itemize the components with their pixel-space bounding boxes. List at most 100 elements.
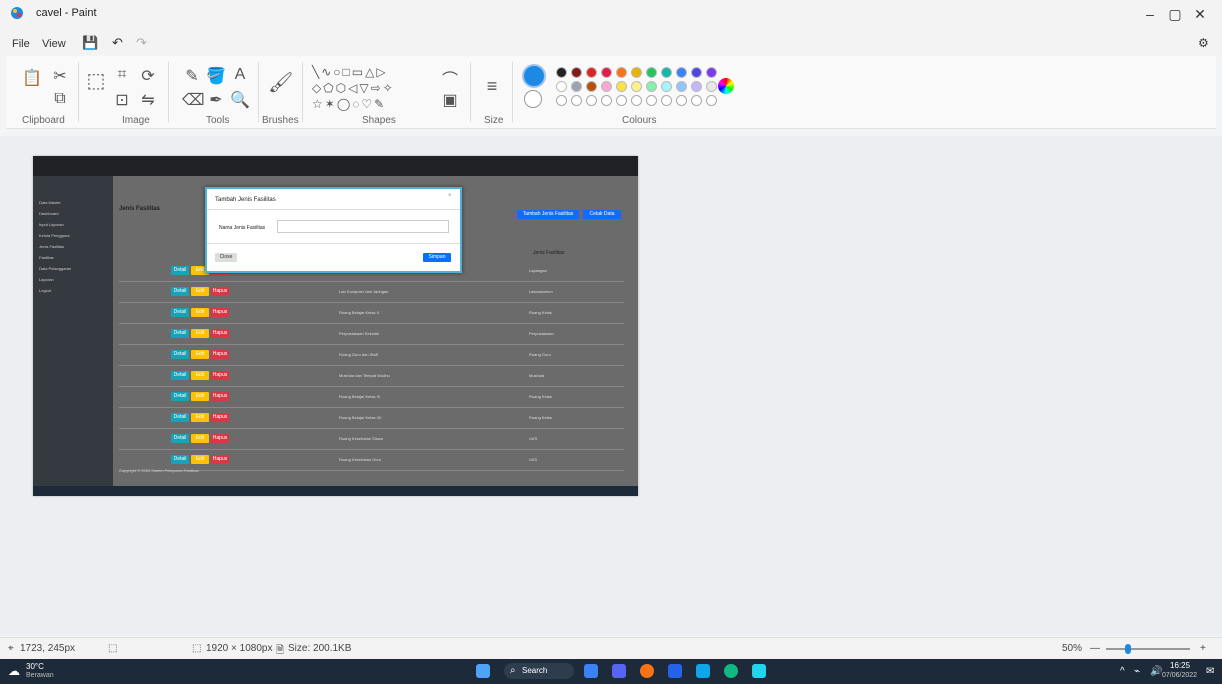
- inner-sidebar-item[interactable]: Input Laporan: [33, 222, 113, 233]
- weather-icon[interactable]: ☁: [8, 664, 20, 678]
- primary-color[interactable]: [522, 64, 546, 88]
- magnifier-icon[interactable]: 🔍: [230, 90, 250, 110]
- zoom-in-icon[interactable]: +: [1200, 643, 1206, 654]
- color-swatch[interactable]: [586, 81, 597, 92]
- color-swatch[interactable]: [676, 67, 687, 78]
- color-swatch[interactable]: [691, 67, 702, 78]
- eraser-icon[interactable]: ⌫: [182, 90, 205, 110]
- inner-row-hapus-button[interactable]: Hapus: [211, 350, 229, 359]
- shapes-gallery[interactable]: ╲∿○□▭△▷ ◇⬠⬡◁▽⇨✧ ☆✶◯◌♡✎: [312, 64, 434, 112]
- color-swatch[interactable]: [601, 95, 612, 106]
- clock-time[interactable]: 16:25: [1170, 661, 1190, 670]
- zoom-slider[interactable]: [1106, 648, 1190, 650]
- color-swatch[interactable]: [706, 81, 717, 92]
- inner-row-edit-button[interactable]: Edit: [191, 287, 209, 296]
- color-swatch[interactable]: [601, 81, 612, 92]
- copy-icon[interactable]: ⧉: [50, 90, 70, 108]
- inner-modal-close-icon[interactable]: ×: [448, 193, 452, 199]
- color-swatch[interactable]: [616, 67, 627, 78]
- pencil-icon[interactable]: ✎: [182, 66, 202, 86]
- weather-desc[interactable]: Berawan: [26, 672, 54, 679]
- text-icon[interactable]: A: [230, 66, 250, 84]
- inner-row-detail-button[interactable]: Detail: [171, 413, 189, 422]
- network-icon[interactable]: ⌁: [1134, 666, 1140, 677]
- zoom-slider-thumb[interactable]: [1125, 644, 1131, 654]
- paint-taskbar-icon[interactable]: [752, 664, 766, 678]
- inner-row-edit-button[interactable]: Edit: [191, 413, 209, 422]
- inner-row-edit-button[interactable]: Edit: [191, 392, 209, 401]
- paste-icon[interactable]: 📋: [22, 68, 42, 88]
- fill-icon[interactable]: 🪣: [206, 66, 226, 86]
- color-swatch[interactable]: [556, 81, 567, 92]
- size-icon[interactable]: ≡: [482, 76, 502, 97]
- inner-print-button[interactable]: Cetak Data: [583, 210, 621, 219]
- color-swatch[interactable]: [646, 95, 657, 106]
- volume-icon[interactable]: 🔊: [1150, 666, 1162, 677]
- color-swatch[interactable]: [691, 95, 702, 106]
- inner-row-hapus-button[interactable]: Hapus: [211, 329, 229, 338]
- menu-file[interactable]: File: [12, 38, 30, 50]
- color-swatch[interactable]: [646, 81, 657, 92]
- chrome-icon[interactable]: [724, 664, 738, 678]
- firefox-icon[interactable]: [640, 664, 654, 678]
- maximize-button[interactable]: ▢: [1165, 6, 1185, 23]
- close-button[interactable]: ✕: [1190, 6, 1210, 23]
- inner-row-edit-button[interactable]: Edit: [191, 350, 209, 359]
- secondary-color[interactable]: [524, 90, 542, 108]
- inner-row-edit-button[interactable]: Edit: [191, 308, 209, 317]
- edit-colors-icon[interactable]: [718, 78, 734, 94]
- inner-sidebar-item[interactable]: Dashboard: [33, 211, 113, 222]
- color-swatch[interactable]: [661, 95, 672, 106]
- file-explorer-icon[interactable]: [668, 664, 682, 678]
- save-icon[interactable]: 💾: [82, 35, 98, 51]
- menu-view[interactable]: View: [42, 38, 66, 50]
- inner-row-detail-button[interactable]: Detail: [171, 308, 189, 317]
- inner-row-edit-button[interactable]: Edit: [191, 329, 209, 338]
- clock-date[interactable]: 07/06/2022: [1162, 672, 1197, 679]
- zoom-out-icon[interactable]: —: [1090, 643, 1100, 654]
- inner-row-hapus-button[interactable]: Hapus: [211, 308, 229, 317]
- inner-row-edit-button[interactable]: Edit: [191, 434, 209, 443]
- color-swatch[interactable]: [691, 81, 702, 92]
- notification-icon[interactable]: ✉: [1206, 666, 1214, 677]
- inner-add-button[interactable]: Tambah Jenis Fasilitas: [517, 210, 579, 219]
- color-swatch[interactable]: [571, 81, 582, 92]
- undo-icon[interactable]: ↶: [112, 35, 123, 51]
- inner-row-hapus-button[interactable]: Hapus: [211, 455, 229, 464]
- color-swatch[interactable]: [631, 95, 642, 106]
- inner-row-detail-button[interactable]: Detail: [171, 287, 189, 296]
- color-swatch[interactable]: [616, 95, 627, 106]
- weather-temp[interactable]: 30°C: [26, 662, 44, 671]
- color-swatch[interactable]: [631, 67, 642, 78]
- tray-chevron-icon[interactable]: ^: [1120, 666, 1125, 677]
- color-swatch[interactable]: [706, 95, 717, 106]
- color-swatch[interactable]: [616, 81, 627, 92]
- crop-icon[interactable]: ⌗: [112, 66, 132, 84]
- color-swatch[interactable]: [676, 95, 687, 106]
- settings-icon[interactable]: ⚙: [1198, 36, 1209, 50]
- flip-icon[interactable]: ⇋: [138, 90, 158, 110]
- inner-row-hapus-button[interactable]: Hapus: [211, 434, 229, 443]
- inner-sidebar-item[interactable]: Kelola Pengguna: [33, 233, 113, 244]
- color-swatch[interactable]: [631, 81, 642, 92]
- app-icon-1[interactable]: [612, 664, 626, 678]
- zoom-level[interactable]: 50%: [1062, 643, 1082, 654]
- color-swatch[interactable]: [556, 67, 567, 78]
- color-swatch[interactable]: [586, 67, 597, 78]
- store-icon[interactable]: [696, 664, 710, 678]
- shape-fill-icon[interactable]: ▣: [440, 90, 460, 110]
- inner-modal-input[interactable]: [277, 220, 449, 233]
- color-swatch[interactable]: [556, 95, 567, 106]
- inner-row-hapus-button[interactable]: Hapus: [211, 371, 229, 380]
- inner-sidebar-item[interactable]: Data Master: [33, 200, 113, 211]
- inner-sidebar-item[interactable]: Laporan: [33, 277, 113, 288]
- start-icon[interactable]: [476, 664, 490, 678]
- inner-row-detail-button[interactable]: Detail: [171, 392, 189, 401]
- color-swatch[interactable]: [661, 81, 672, 92]
- inner-row-detail-button[interactable]: Detail: [171, 434, 189, 443]
- inner-sidebar-item[interactable]: Jenis Fasilitas: [33, 244, 113, 255]
- color-swatch[interactable]: [676, 81, 687, 92]
- cut-icon[interactable]: ✂: [50, 66, 70, 86]
- inner-sidebar-item[interactable]: Data Pelanggaran: [33, 266, 113, 277]
- resize-icon[interactable]: ⊡: [112, 90, 132, 110]
